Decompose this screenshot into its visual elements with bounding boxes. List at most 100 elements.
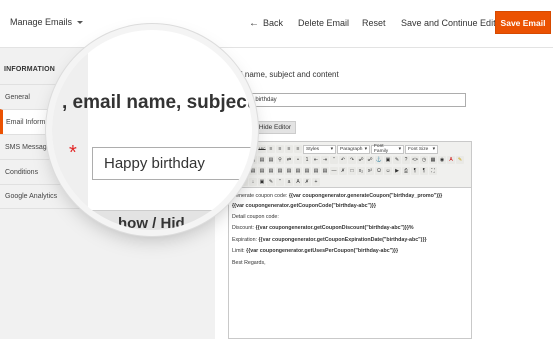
editor-code: {{var coupongenerator.getUsesPerCoupon("… (246, 248, 399, 254)
rtl-icon[interactable]: ¶ (420, 167, 428, 175)
editor-code: {{var coupongenerator.generateCoupon("bi… (288, 193, 443, 199)
sidebar-heading: INFORMATION (4, 66, 56, 73)
editor-toolbar: B I U ABC ≡ ≡ ≡ ≡ Styles▾ Paragraph▾ Fon… (229, 142, 471, 188)
chevron-down-icon: ▾ (398, 146, 401, 152)
find-icon[interactable]: ⚲ (276, 156, 284, 164)
unlink-icon[interactable]: ☍ (366, 156, 374, 164)
delete-col-icon[interactable]: ▤ (303, 167, 311, 175)
back-label: Back (263, 18, 284, 28)
section-title: mail name, subject and content (228, 70, 339, 79)
numbered-list-icon[interactable]: 1 (303, 156, 311, 164)
chevron-down-icon (77, 21, 84, 25)
editor-text: Generate coupon code: (232, 193, 289, 199)
editor-code: {{var coupongenerator.getCouponCode("bir… (232, 203, 376, 209)
help-icon[interactable]: ? (402, 156, 410, 164)
reset-button[interactable]: Reset (362, 18, 386, 28)
print-icon[interactable]: ⎙ (402, 167, 410, 175)
insert-col-after-icon[interactable]: ▤ (294, 167, 302, 175)
align-center-icon[interactable]: ≡ (276, 145, 284, 153)
delete-row-icon[interactable]: ▤ (276, 167, 284, 175)
styles-select[interactable]: Styles ▾ (303, 144, 336, 154)
editor-text: Expiration: (232, 237, 259, 243)
editor-text: Limit: (232, 248, 247, 254)
subscript-icon[interactable]: x₂ (357, 167, 365, 175)
fullscreen-icon[interactable]: ⛶ (429, 167, 437, 175)
undo-icon[interactable]: ↶ (339, 156, 347, 164)
editor-line-6: Limit: {{var coupongenerator.getUsesPerC… (232, 248, 398, 254)
visual-aid-icon[interactable]: □ (348, 167, 356, 175)
editor-code: {{var coupongenerator.getCouponExpiratio… (258, 237, 427, 243)
save-and-continue-button[interactable]: Save and Continue Edit (401, 18, 496, 28)
horizontal-rule-icon[interactable]: — (330, 167, 338, 175)
styles-label: Styles (306, 146, 320, 152)
outdent-icon[interactable]: ⇤ (312, 156, 320, 164)
bullet-list-icon[interactable]: • (294, 156, 302, 164)
subject-input[interactable]: ppy birthday (239, 93, 466, 107)
link-icon[interactable]: ☍ (357, 156, 365, 164)
magnified-show-hide-button[interactable]: how / Hid (62, 210, 252, 230)
paste-text-icon[interactable]: ▤ (258, 156, 266, 164)
align-right-icon[interactable]: ≡ (285, 145, 293, 153)
ins-icon[interactable]: + (312, 178, 320, 186)
special-char-icon[interactable]: Ω (375, 167, 383, 175)
align-justify-icon[interactable]: ≡ (294, 145, 302, 153)
font-family-select[interactable]: Font Family ▾ (371, 144, 404, 154)
magnified-subject-input[interactable]: Happy birthday (92, 147, 252, 180)
blockquote-icon[interactable]: “ (330, 156, 338, 164)
manage-emails-label: Manage Emails (10, 17, 73, 27)
merge-cells-icon[interactable]: ▤ (321, 167, 329, 175)
required-star: * (69, 142, 77, 164)
font-size-label: Font Size (408, 146, 429, 152)
insert-time-icon[interactable]: ◷ (420, 156, 428, 164)
preview-icon[interactable]: ◉ (438, 156, 446, 164)
indent-icon[interactable]: ⇥ (321, 156, 329, 164)
magnified-sidebar (52, 30, 88, 230)
paste-word-icon[interactable]: ▤ (267, 156, 275, 164)
insert-col-before-icon[interactable]: ▤ (285, 167, 293, 175)
html-source-icon[interactable]: <> (411, 156, 419, 164)
editor-line-5: Expiration: {{var coupongenerator.getCou… (232, 237, 427, 243)
chevron-down-icon: ▾ (364, 146, 367, 152)
delete-email-button[interactable]: Delete Email (298, 18, 349, 28)
cleanup-icon[interactable]: ✎ (393, 156, 401, 164)
highlight-color-icon[interactable]: ✎ (456, 156, 464, 164)
insert-row-before-icon[interactable]: ▤ (258, 167, 266, 175)
abbr-icon[interactable]: a (285, 178, 293, 186)
align-left-icon[interactable]: ≡ (267, 145, 275, 153)
chevron-down-icon: ▾ (432, 146, 435, 152)
chevron-down-icon: ▾ (330, 146, 333, 152)
style-props-icon[interactable]: ✎ (267, 178, 275, 186)
redo-icon[interactable]: ↷ (348, 156, 356, 164)
strikethrough-button[interactable]: ABC (258, 145, 266, 153)
arrow-left-icon: ← (249, 18, 259, 29)
text-color-icon[interactable]: A (447, 156, 455, 164)
superscript-icon[interactable]: x² (366, 167, 374, 175)
font-family-label: Font Family (374, 144, 389, 154)
absolute-icon[interactable]: ▣ (258, 178, 266, 186)
image-icon[interactable]: ▣ (384, 156, 392, 164)
editor-line-4: Discount: {{var coupongenerator.getCoupo… (232, 225, 414, 231)
back-button[interactable]: ← Back (249, 18, 283, 29)
insert-date-icon[interactable]: ▦ (429, 156, 437, 164)
emoticon-icon[interactable]: ☺ (384, 167, 392, 175)
del-icon[interactable]: ✗ (303, 178, 311, 186)
magnifier-lens: , email name, subject a * Happy birthday… (52, 30, 252, 230)
cite-icon[interactable]: “ (276, 178, 284, 186)
editor-code: {{var coupongenerator.getCouponDiscount(… (255, 225, 414, 231)
editor-line-2: {{var coupongenerator.getCouponCode("bir… (232, 203, 376, 209)
font-size-select[interactable]: Font Size ▾ (405, 144, 438, 154)
paragraph-select[interactable]: Paragraph ▾ (337, 144, 370, 154)
remove-format-icon[interactable]: ✗ (339, 167, 347, 175)
insert-row-after-icon[interactable]: ▤ (267, 167, 275, 175)
media-icon[interactable]: ▶ (393, 167, 401, 175)
acronym-icon[interactable]: A (294, 178, 302, 186)
editor-line-1: Generate coupon code: {{var coupongenera… (232, 193, 442, 199)
split-cells-icon[interactable]: ▤ (312, 167, 320, 175)
ltr-icon[interactable]: ¶ (411, 167, 419, 175)
anchor-icon[interactable]: ⚓ (375, 156, 383, 164)
replace-icon[interactable]: ⇄ (285, 156, 293, 164)
manage-emails-dropdown[interactable]: Manage Emails (10, 17, 84, 27)
magnified-section-title: , email name, subject a (62, 92, 252, 113)
editor-line-7: Best Regards, (232, 260, 266, 266)
save-email-button[interactable]: Save Email (495, 11, 551, 34)
